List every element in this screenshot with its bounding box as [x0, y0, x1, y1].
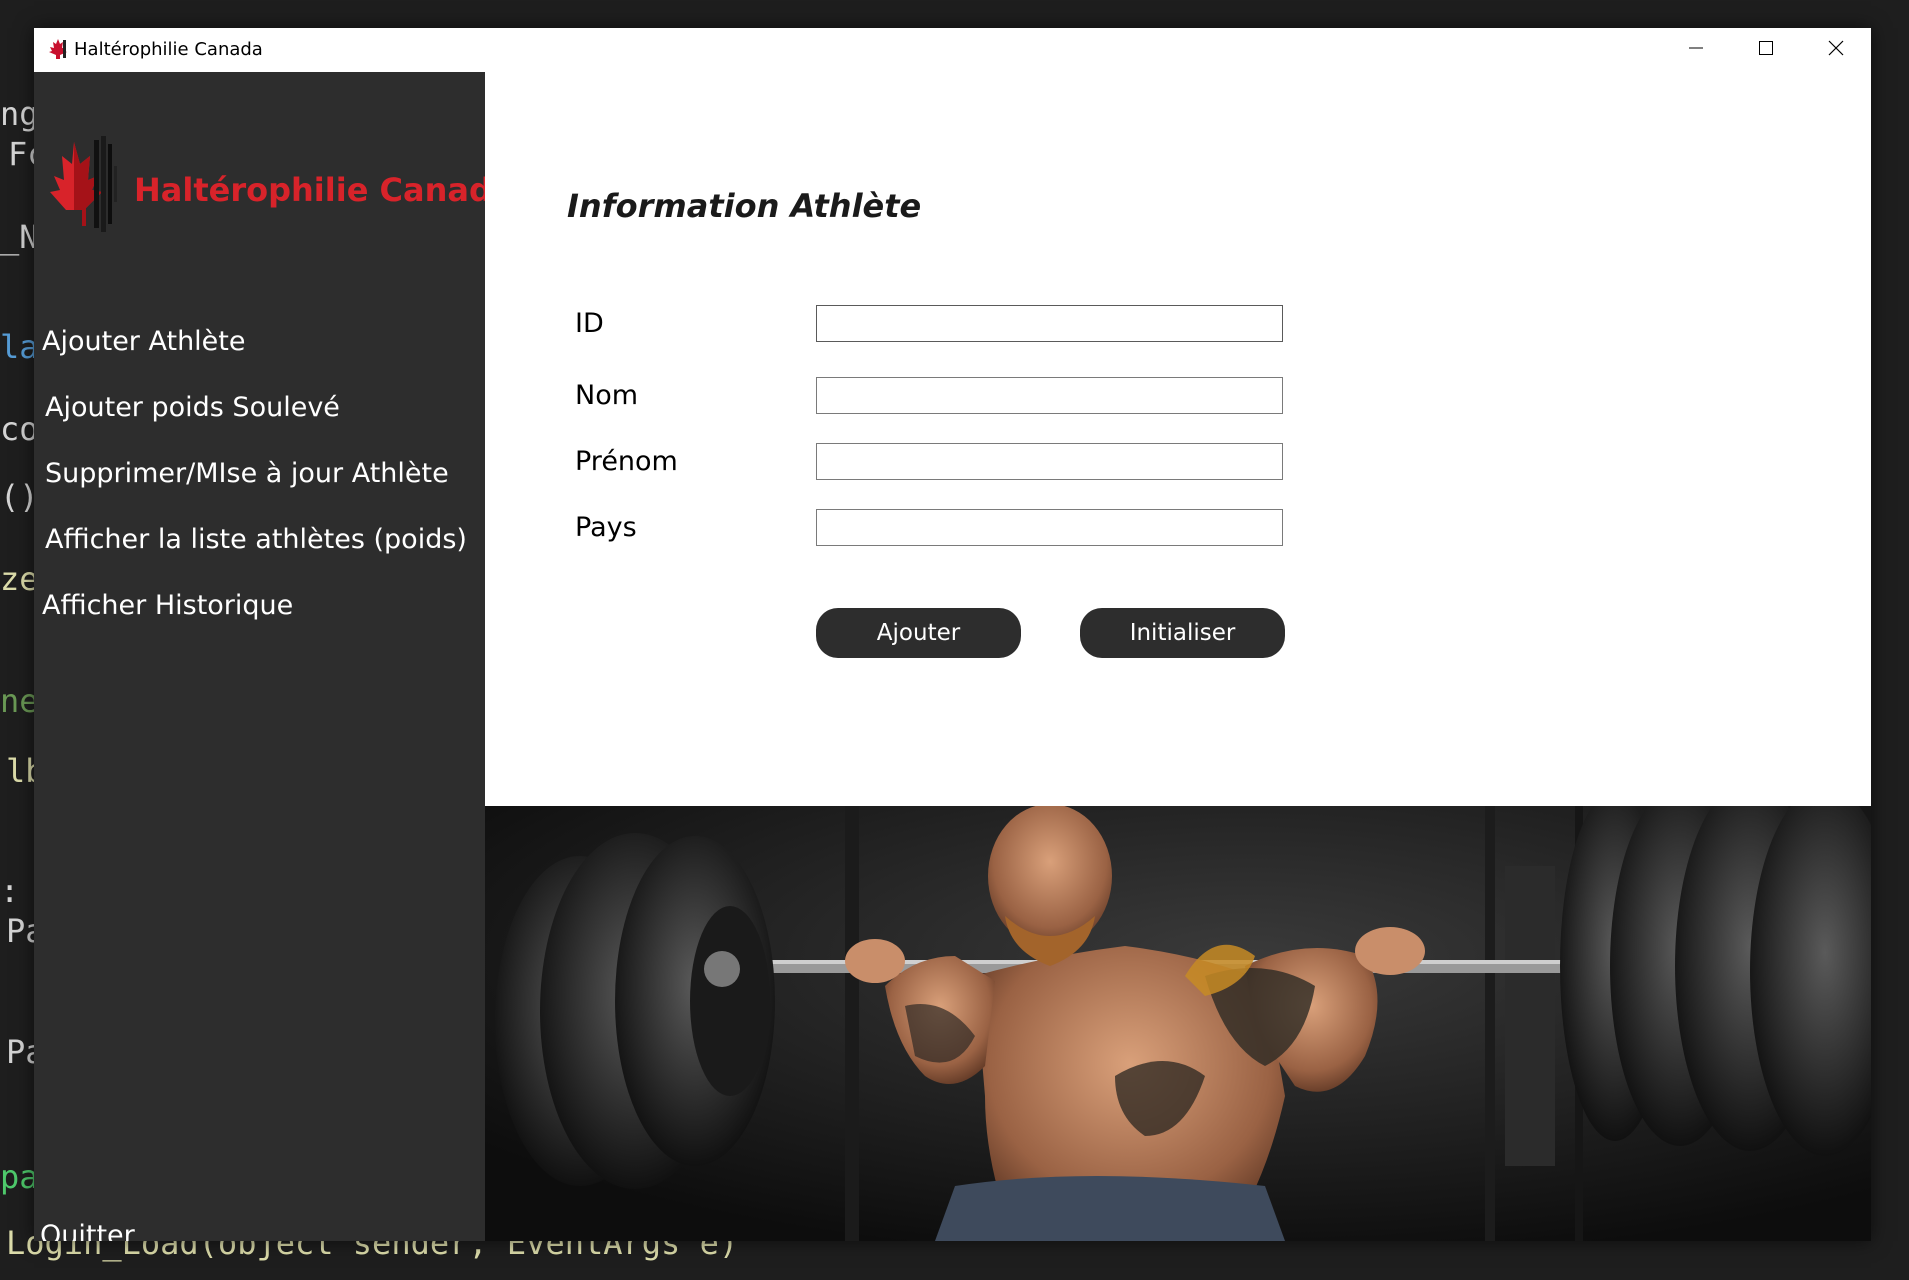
nom-input[interactable] [816, 377, 1283, 414]
prenom-input[interactable] [816, 443, 1283, 480]
nom-label: Nom [575, 380, 639, 411]
minimize-button[interactable] [1661, 28, 1731, 72]
id-input[interactable] [816, 305, 1283, 342]
prenom-label: Prénom [575, 446, 678, 477]
close-button[interactable] [1801, 28, 1871, 72]
maximize-button[interactable] [1731, 28, 1801, 72]
nav-supprimer-mise-a-jour[interactable]: Supprimer/MIse à jour Athlète [45, 458, 449, 489]
code-fragment: pa [0, 1158, 39, 1196]
app-window: Haltérophilie Canada Haltérophilie Canad… [34, 28, 1871, 1241]
code-fragment: () [0, 478, 39, 516]
app-maple-leaf-icon [46, 37, 70, 61]
ajouter-button[interactable]: Ajouter [816, 608, 1021, 658]
maximize-icon [1758, 40, 1774, 60]
maple-leaf-barbell-icon [50, 136, 117, 232]
id-label: ID [575, 308, 604, 339]
nav-afficher-liste[interactable]: Afficher la liste athlètes (poids) [45, 524, 467, 555]
weightlifter-photo [485, 806, 1871, 1241]
window-title: Haltérophilie Canada [74, 39, 263, 60]
code-fragment: _N [0, 218, 39, 256]
pays-label: Pays [575, 512, 637, 543]
code-fragment: ne [0, 682, 39, 720]
brand-logo: Haltérophilie Canada [38, 130, 514, 240]
sidebar: Haltérophilie Canada Ajouter Athlète Ajo… [34, 72, 514, 1241]
nav-ajouter-poids[interactable]: Ajouter poids Soulevé [45, 392, 340, 423]
brand-name: Haltérophilie Canada [134, 171, 514, 209]
close-icon [1828, 40, 1844, 60]
minimize-icon [1688, 40, 1704, 60]
athlete-form-panel: Information Athlète ID Nom Prénom Pays A… [485, 72, 1871, 844]
nav-afficher-historique[interactable]: Afficher Historique [42, 590, 293, 621]
pays-input[interactable] [816, 509, 1283, 546]
initialiser-button[interactable]: Initialiser [1080, 608, 1285, 658]
form-title: Information Athlète [567, 187, 922, 225]
quit-button[interactable]: Quitter [40, 1220, 135, 1241]
nav-ajouter-athlete[interactable]: Ajouter Athlète [42, 326, 246, 357]
title-bar[interactable]: Haltérophilie Canada [34, 28, 1871, 72]
